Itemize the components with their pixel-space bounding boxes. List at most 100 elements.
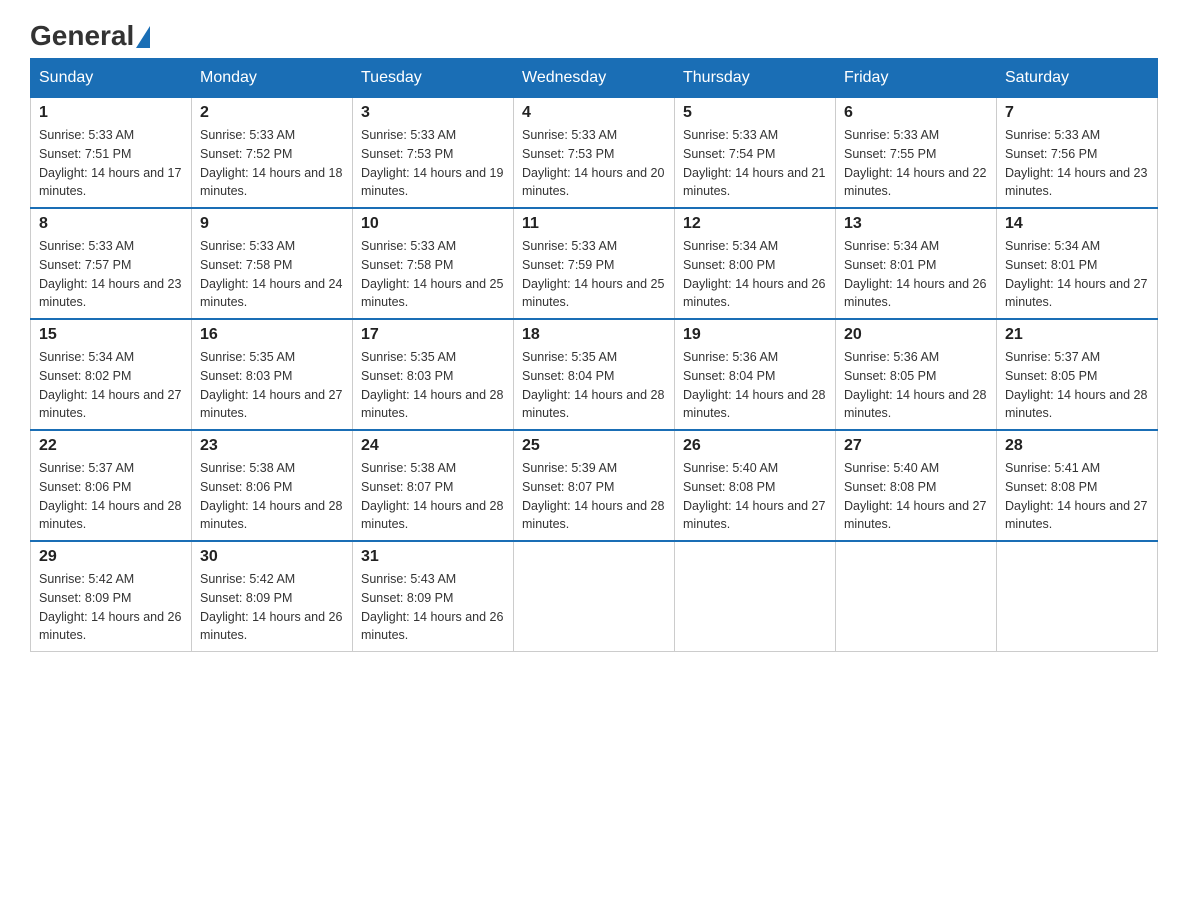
day-info: Sunrise: 5:37 AMSunset: 8:05 PMDaylight:… — [1005, 348, 1149, 423]
calendar-cell: 28 Sunrise: 5:41 AMSunset: 8:08 PMDayligh… — [997, 430, 1158, 541]
calendar-cell: 22 Sunrise: 5:37 AMSunset: 8:06 PMDayligh… — [31, 430, 192, 541]
day-number: 23 — [200, 437, 344, 455]
calendar-cell: 29Sunrise: 5:42 AMSunset: 8:09 PMDayligh… — [31, 541, 192, 652]
day-number: 22 — [39, 437, 183, 455]
calendar-cell — [514, 541, 675, 652]
day-info: Sunrise: 5:34 AMSunset: 8:00 PMDaylight:… — [683, 237, 827, 312]
day-info: Sunrise: 5:34 AMSunset: 8:02 PMDaylight:… — [39, 348, 183, 423]
calendar-cell: 26 Sunrise: 5:40 AMSunset: 8:08 PMDayligh… — [675, 430, 836, 541]
day-info: Sunrise: 5:35 AMSunset: 8:04 PMDaylight:… — [522, 348, 666, 423]
day-number: 31 — [361, 548, 505, 566]
calendar-cell: 7Sunrise: 5:33 AMSunset: 7:56 PMDaylight… — [997, 98, 1158, 209]
calendar-cell: 30 Sunrise: 5:42 AMSunset: 8:09 PMDayligh… — [192, 541, 353, 652]
calendar-cell: 13 Sunrise: 5:34 AMSunset: 8:01 PMDayligh… — [836, 208, 997, 319]
day-number: 20 — [844, 326, 988, 344]
calendar-cell: 31 Sunrise: 5:43 AMSunset: 8:09 PMDayligh… — [353, 541, 514, 652]
day-number: 12 — [683, 215, 827, 233]
day-number: 8 — [39, 215, 183, 233]
weekday-header-thursday: Thursday — [675, 59, 836, 98]
day-info: Sunrise: 5:38 AMSunset: 8:06 PMDaylight:… — [200, 459, 344, 534]
day-number: 27 — [844, 437, 988, 455]
day-number: 26 — [683, 437, 827, 455]
day-number: 2 — [200, 104, 344, 122]
day-number: 17 — [361, 326, 505, 344]
calendar-cell: 14 Sunrise: 5:34 AMSunset: 8:01 PMDayligh… — [997, 208, 1158, 319]
day-info: Sunrise: 5:41 AMSunset: 8:08 PMDaylight:… — [1005, 459, 1149, 534]
calendar-cell — [836, 541, 997, 652]
day-number: 6 — [844, 104, 988, 122]
day-number: 19 — [683, 326, 827, 344]
day-info: Sunrise: 5:36 AMSunset: 8:04 PMDaylight:… — [683, 348, 827, 423]
weekday-header-tuesday: Tuesday — [353, 59, 514, 98]
calendar-cell: 9Sunrise: 5:33 AMSunset: 7:58 PMDaylight… — [192, 208, 353, 319]
calendar-table: SundayMondayTuesdayWednesdayThursdayFrid… — [30, 58, 1158, 652]
day-info: Sunrise: 5:40 AMSunset: 8:08 PMDaylight:… — [844, 459, 988, 534]
calendar-week-row: 15 Sunrise: 5:34 AMSunset: 8:02 PMDayligh… — [31, 319, 1158, 430]
day-number: 14 — [1005, 215, 1149, 233]
weekday-header-wednesday: Wednesday — [514, 59, 675, 98]
calendar-cell: 19 Sunrise: 5:36 AMSunset: 8:04 PMDayligh… — [675, 319, 836, 430]
day-info: Sunrise: 5:33 AMSunset: 7:54 PMDaylight:… — [683, 126, 827, 201]
calendar-cell: 5 Sunrise: 5:33 AMSunset: 7:54 PMDaylight… — [675, 98, 836, 209]
day-info: Sunrise: 5:33 AMSunset: 7:53 PMDaylight:… — [361, 126, 505, 201]
calendar-cell: 15 Sunrise: 5:34 AMSunset: 8:02 PMDayligh… — [31, 319, 192, 430]
day-info: Sunrise: 5:40 AMSunset: 8:08 PMDaylight:… — [683, 459, 827, 534]
day-info: Sunrise: 5:33 AMSunset: 7:53 PMDaylight:… — [522, 126, 666, 201]
calendar-header-row: SundayMondayTuesdayWednesdayThursdayFrid… — [31, 59, 1158, 98]
day-info: Sunrise: 5:38 AMSunset: 8:07 PMDaylight:… — [361, 459, 505, 534]
day-info: Sunrise: 5:39 AMSunset: 8:07 PMDaylight:… — [522, 459, 666, 534]
day-info: Sunrise: 5:43 AMSunset: 8:09 PMDaylight:… — [361, 570, 505, 645]
day-number: 10 — [361, 215, 505, 233]
calendar-cell — [675, 541, 836, 652]
calendar-week-row: 1 Sunrise: 5:33 AMSunset: 7:51 PMDaylight… — [31, 98, 1158, 209]
day-number: 5 — [683, 104, 827, 122]
day-number: 28 — [1005, 437, 1149, 455]
calendar-cell: 24 Sunrise: 5:38 AMSunset: 8:07 PMDayligh… — [353, 430, 514, 541]
calendar-cell: 3 Sunrise: 5:33 AMSunset: 7:53 PMDaylight… — [353, 98, 514, 209]
day-info: Sunrise: 5:33 AMSunset: 7:52 PMDaylight:… — [200, 126, 344, 201]
day-info: Sunrise: 5:34 AMSunset: 8:01 PMDaylight:… — [844, 237, 988, 312]
day-info: Sunrise: 5:42 AMSunset: 8:09 PMDaylight:… — [200, 570, 344, 645]
day-number: 30 — [200, 548, 344, 566]
weekday-header-monday: Monday — [192, 59, 353, 98]
day-info: Sunrise: 5:33 AMSunset: 7:51 PMDaylight:… — [39, 126, 183, 201]
calendar-cell — [997, 541, 1158, 652]
page-header: General — [30, 20, 1158, 48]
day-number: 24 — [361, 437, 505, 455]
day-info: Sunrise: 5:33 AMSunset: 7:57 PMDaylight:… — [39, 237, 183, 312]
calendar-cell: 16Sunrise: 5:35 AMSunset: 8:03 PMDayligh… — [192, 319, 353, 430]
calendar-cell: 1 Sunrise: 5:33 AMSunset: 7:51 PMDaylight… — [31, 98, 192, 209]
day-number: 25 — [522, 437, 666, 455]
calendar-cell: 2 Sunrise: 5:33 AMSunset: 7:52 PMDaylight… — [192, 98, 353, 209]
day-number: 18 — [522, 326, 666, 344]
day-info: Sunrise: 5:34 AMSunset: 8:01 PMDaylight:… — [1005, 237, 1149, 312]
day-number: 15 — [39, 326, 183, 344]
calendar-cell: 21 Sunrise: 5:37 AMSunset: 8:05 PMDayligh… — [997, 319, 1158, 430]
day-info: Sunrise: 5:33 AMSunset: 7:59 PMDaylight:… — [522, 237, 666, 312]
day-info: Sunrise: 5:37 AMSunset: 8:06 PMDaylight:… — [39, 459, 183, 534]
day-info: Sunrise: 5:36 AMSunset: 8:05 PMDaylight:… — [844, 348, 988, 423]
day-number: 1 — [39, 104, 183, 122]
day-number: 3 — [361, 104, 505, 122]
calendar-cell: 25 Sunrise: 5:39 AMSunset: 8:07 PMDayligh… — [514, 430, 675, 541]
day-number: 21 — [1005, 326, 1149, 344]
day-info: Sunrise: 5:33 AMSunset: 7:58 PMDaylight:… — [361, 237, 505, 312]
calendar-cell: 8 Sunrise: 5:33 AMSunset: 7:57 PMDaylight… — [31, 208, 192, 319]
calendar-cell: 4Sunrise: 5:33 AMSunset: 7:53 PMDaylight… — [514, 98, 675, 209]
day-number: 11 — [522, 215, 666, 233]
calendar-cell: 27 Sunrise: 5:40 AMSunset: 8:08 PMDayligh… — [836, 430, 997, 541]
day-info: Sunrise: 5:35 AMSunset: 8:03 PMDaylight:… — [361, 348, 505, 423]
calendar-cell: 23 Sunrise: 5:38 AMSunset: 8:06 PMDayligh… — [192, 430, 353, 541]
calendar-cell: 10 Sunrise: 5:33 AMSunset: 7:58 PMDayligh… — [353, 208, 514, 319]
logo-general-text: General — [30, 20, 150, 52]
day-info: Sunrise: 5:33 AMSunset: 7:56 PMDaylight:… — [1005, 126, 1149, 201]
day-number: 13 — [844, 215, 988, 233]
calendar-week-row: 8 Sunrise: 5:33 AMSunset: 7:57 PMDaylight… — [31, 208, 1158, 319]
day-info: Sunrise: 5:42 AMSunset: 8:09 PMDaylight:… — [39, 570, 183, 645]
calendar-week-row: 22 Sunrise: 5:37 AMSunset: 8:06 PMDayligh… — [31, 430, 1158, 541]
calendar-cell: 20 Sunrise: 5:36 AMSunset: 8:05 PMDayligh… — [836, 319, 997, 430]
day-info: Sunrise: 5:35 AMSunset: 8:03 PMDaylight:… — [200, 348, 344, 423]
logo-triangle-icon — [136, 26, 150, 48]
calendar-cell: 17 Sunrise: 5:35 AMSunset: 8:03 PMDayligh… — [353, 319, 514, 430]
logo: General — [30, 20, 150, 48]
